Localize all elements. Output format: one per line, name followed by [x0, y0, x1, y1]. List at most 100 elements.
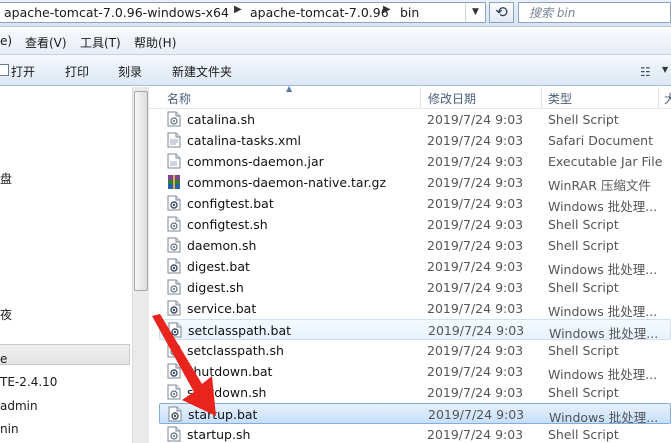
breadcrumb[interactable]: apache-tomcat-7.0.96-windows-x64 ▶ apach… — [0, 2, 486, 23]
batch-file-icon — [167, 258, 181, 274]
file-name: service.bat — [187, 301, 257, 316]
file-row[interactable]: catalina.sh 2019/7/24 9:03 Shell Script — [159, 109, 671, 130]
file-type: Windows 批处理... — [548, 262, 658, 277]
column-size[interactable]: 大 — [664, 87, 671, 109]
file-date: 2019/7/24 9:03 — [427, 175, 524, 190]
column-header: ▲ 名称 修改日期 类型 大 — [149, 84, 671, 109]
script-file-icon — [167, 342, 181, 358]
file-type: Windows 批处理... — [548, 199, 658, 214]
command-bar: 打开 打印 刻录 新建文件夹 ☷ ▼ — [0, 54, 671, 86]
column-divider[interactable] — [420, 87, 421, 109]
search-box[interactable] — [518, 2, 671, 23]
file-date: 2019/7/24 9:03 — [427, 301, 524, 316]
menu-bar: e) 查看(V) 工具(T) 帮助(H) — [0, 29, 671, 54]
nav-item[interactable]: 夜 — [0, 306, 12, 323]
menu-help[interactable]: 帮助(H) — [134, 34, 176, 51]
file-type: Shell Script — [548, 280, 619, 295]
file-row[interactable]: setclasspath.bat 2019/7/24 9:03 Windows 批处… — [159, 319, 671, 341]
jar-file-icon — [167, 153, 181, 169]
batch-file-icon — [168, 406, 182, 422]
file-row[interactable]: digest.bat 2019/7/24 9:03 Windows 批处理... — [159, 256, 671, 277]
file-date: 2019/7/24 9:03 — [427, 385, 524, 400]
script-file-icon — [167, 111, 181, 127]
file-row[interactable]: configtest.bat 2019/7/24 9:03 Windows 批处理.… — [159, 193, 671, 214]
column-type[interactable]: 类型 — [548, 87, 572, 109]
file-date: 2019/7/24 9:03 — [427, 133, 524, 148]
breadcrumb-chevron-icon[interactable]: ▶ — [234, 4, 242, 15]
file-name: commons-daemon.jar — [187, 154, 324, 169]
chevron-down-icon[interactable]: ▼ — [662, 65, 668, 74]
file-date: 2019/7/24 9:03 — [428, 407, 525, 422]
breadcrumb-item[interactable]: apache-tomcat-7.0.96-windows-x64 — [4, 5, 229, 21]
nav-item[interactable]: nin — [0, 422, 19, 436]
search-input[interactable] — [529, 5, 659, 21]
menu-tools[interactable]: 工具(T) — [80, 34, 121, 51]
column-name[interactable]: 名称 — [167, 87, 191, 109]
file-row[interactable]: shutdown.bat 2019/7/24 9:03 Windows 批处理... — [159, 361, 671, 382]
refresh-button[interactable]: ⟲ — [489, 2, 514, 23]
file-date: 2019/7/24 9:03 — [427, 196, 524, 211]
file-date: 2019/7/24 9:03 — [427, 217, 524, 232]
file-row[interactable]: commons-daemon-native.tar.gz 2019/7/24 9:… — [159, 172, 671, 193]
column-date[interactable]: 修改日期 — [428, 87, 476, 109]
nav-scrollbar[interactable] — [132, 87, 149, 443]
column-divider[interactable] — [541, 87, 542, 109]
file-date: 2019/7/24 9:03 — [427, 343, 524, 358]
file-name: configtest.bat — [187, 196, 274, 211]
breadcrumb-chevron-icon[interactable]: ▶ — [383, 4, 391, 15]
file-row[interactable]: startup.sh 2019/7/24 9:03 Shell Script — [159, 424, 671, 443]
chevron-down-icon[interactable]: ▼ — [465, 3, 485, 22]
file-date: 2019/7/24 9:03 — [427, 154, 524, 169]
file-date: 2019/7/24 9:03 — [427, 112, 524, 127]
nav-item[interactable]: 盘 — [0, 170, 12, 187]
file-date: 2019/7/24 9:03 — [427, 238, 524, 253]
file-row[interactable]: daemon.sh 2019/7/24 9:03 Shell Script — [159, 235, 671, 256]
file-name: startup.sh — [187, 427, 251, 442]
file-type: Shell Script — [548, 343, 619, 358]
file-icon — [0, 64, 9, 76]
file-row[interactable]: service.bat 2019/7/24 9:03 Windows 批处理... — [159, 298, 671, 319]
open-button[interactable]: 打开 — [11, 63, 35, 80]
file-date: 2019/7/24 9:03 — [427, 427, 524, 442]
breadcrumb-item[interactable]: bin — [400, 5, 419, 21]
nav-item[interactable]: admin — [0, 399, 38, 413]
print-button[interactable]: 打印 — [65, 63, 89, 80]
file-type: Safari Document — [548, 133, 653, 148]
file-name: setclasspath.sh — [187, 343, 284, 358]
file-row[interactable]: shutdown.sh 2019/7/24 9:03 Shell Script — [159, 382, 671, 403]
file-type: WinRAR 压缩文件 — [548, 178, 651, 193]
file-type: Shell Script — [548, 385, 619, 400]
batch-file-icon — [167, 300, 181, 316]
file-name: digest.bat — [187, 259, 250, 274]
refresh-icon: ⟲ — [495, 3, 508, 21]
breadcrumb-item[interactable]: apache-tomcat-7.0.96 — [250, 5, 389, 21]
file-type: Windows 批处理... — [548, 367, 658, 382]
file-row[interactable]: commons-daemon.jar 2019/7/24 9:03 Executab… — [159, 151, 671, 172]
view-options-icon[interactable]: ☷ — [640, 65, 651, 79]
file-row[interactable]: digest.sh 2019/7/24 9:03 Shell Script — [159, 277, 671, 298]
file-name: catalina.sh — [187, 112, 256, 127]
new-folder-button[interactable]: 新建文件夹 — [172, 63, 232, 80]
file-type: Shell Script — [548, 112, 619, 127]
file-row[interactable]: catalina-tasks.xml 2019/7/24 9:03 Safari D… — [159, 130, 671, 151]
script-file-icon — [167, 384, 181, 400]
file-type: Executable Jar File — [548, 154, 663, 169]
file-name: startup.bat — [188, 407, 258, 422]
nav-item[interactable]: TE-2.4.10 — [0, 375, 57, 389]
batch-file-icon — [168, 322, 182, 338]
file-type: Shell Script — [548, 238, 619, 253]
file-row[interactable]: configtest.sh 2019/7/24 9:03 Shell Script — [159, 214, 671, 235]
scrollbar-thumb[interactable] — [134, 91, 148, 291]
script-file-icon — [167, 279, 181, 295]
file-row[interactable]: setclasspath.sh 2019/7/24 9:03 Shell Scrip… — [159, 340, 671, 361]
menu-view[interactable]: 查看(V) — [25, 34, 67, 51]
burn-button[interactable]: 刻录 — [118, 63, 142, 80]
nav-item-selected[interactable] — [0, 344, 130, 365]
file-date: 2019/7/24 9:03 — [427, 364, 524, 379]
column-divider[interactable] — [658, 87, 659, 109]
file-row-selected[interactable]: startup.bat 2019/7/24 9:03 Windows 批处理... — [159, 403, 671, 425]
file-name: digest.sh — [187, 280, 244, 295]
menu-edit[interactable]: e) — [0, 34, 12, 48]
nav-item[interactable]: e — [0, 352, 7, 366]
document-file-icon — [167, 132, 181, 148]
